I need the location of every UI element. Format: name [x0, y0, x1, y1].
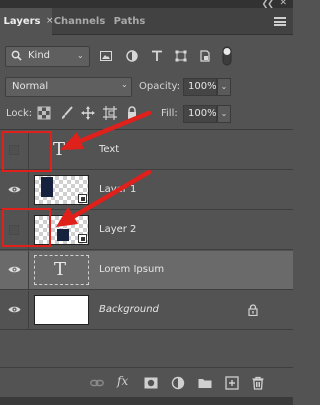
annotation-arrows — [56, 110, 152, 227]
add-layer-mask-icon[interactable] — [144, 376, 158, 390]
layer-style-fx-icon[interactable]: fx — [117, 374, 131, 388]
layers-bottom-toolbar: fx — [0, 367, 293, 397]
delete-layer-trash-icon[interactable] — [251, 376, 265, 390]
annotation-arrow-text — [60, 110, 152, 150]
annotation-arrow-layer-2 — [56, 169, 152, 227]
panel-bottom-strip — [0, 397, 293, 405]
new-layer-icon[interactable] — [225, 376, 239, 390]
new-adjustment-layer-icon[interactable] — [171, 376, 185, 390]
link-layers-icon[interactable] — [90, 376, 104, 390]
new-group-folder-icon[interactable] — [198, 376, 212, 390]
